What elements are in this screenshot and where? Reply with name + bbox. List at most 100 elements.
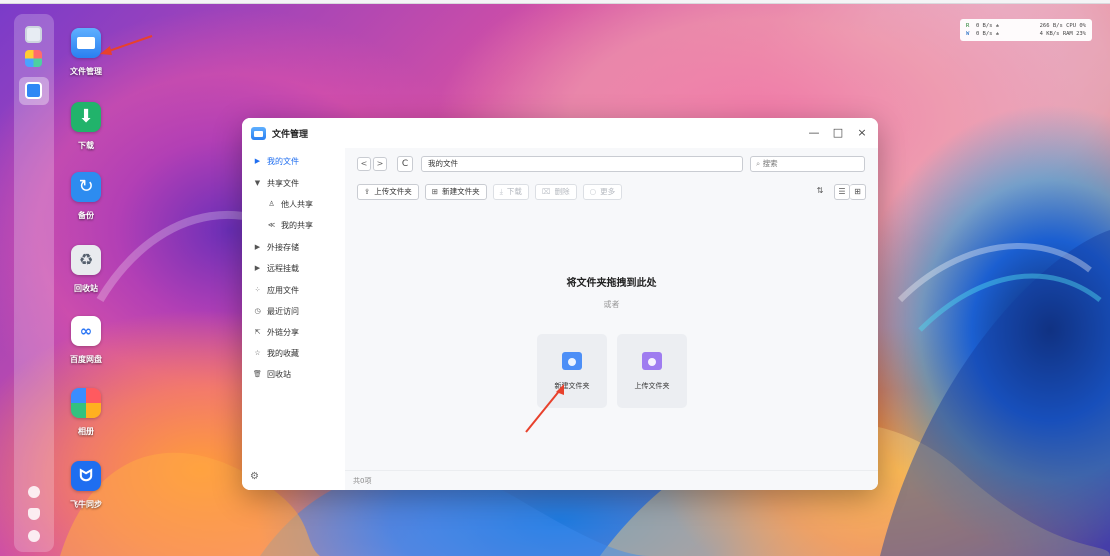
download-button[interactable]: ⤓ 下载 bbox=[492, 184, 529, 200]
desktop-icon-label: 回收站 bbox=[74, 284, 98, 293]
sidebar-item-label: 我的共享 bbox=[281, 220, 313, 230]
new-folder-label: 新建文件夹 bbox=[442, 187, 480, 196]
action-toolbar: ⇪ 上传文件夹 ⊞ 新建文件夹 ⤓ 下载 ⌧ 删除 ○ 更多 bbox=[357, 184, 628, 200]
search-box[interactable]: ⌕ bbox=[750, 156, 865, 172]
sidebar-item-label: 最近访问 bbox=[267, 306, 299, 316]
sidebar-item-shared-files[interactable]: ▼ 共享文件 bbox=[252, 175, 340, 191]
drop-zone-or: 或者 bbox=[603, 300, 620, 309]
file-manager-icon bbox=[251, 126, 266, 140]
sidebar-item-label: 外链分享 bbox=[267, 327, 299, 337]
desktop-icon-recycle-bin[interactable]: ♻ 回收站 bbox=[56, 245, 116, 294]
desktop-icon-album[interactable]: 相册 bbox=[56, 388, 116, 437]
ram-value: 23% bbox=[1076, 31, 1086, 37]
window-titlebar[interactable]: 文件管理 — □ × bbox=[242, 118, 878, 148]
desktop-icon-label: 文件管理 bbox=[70, 67, 102, 76]
monitor-icon[interactable] bbox=[25, 26, 42, 43]
list-view-icon[interactable]: ☰ bbox=[834, 184, 850, 200]
upload-folder-button[interactable]: ⇪ 上传文件夹 bbox=[357, 184, 419, 200]
sidebar-item-recent[interactable]: ◷ 最近访问 bbox=[252, 303, 340, 319]
search-icon: ⌕ bbox=[756, 159, 761, 168]
sidebar-item-label: 回收站 bbox=[267, 369, 291, 379]
sort-icon[interactable]: ⇅ bbox=[812, 184, 828, 200]
rx-label: R bbox=[966, 23, 970, 29]
forward-button[interactable]: > bbox=[373, 157, 387, 171]
user-icon[interactable] bbox=[28, 530, 40, 542]
desktop-icon-download[interactable]: ⬇ 下载 bbox=[56, 102, 116, 151]
sidebar-item-recycle-bin[interactable]: 🗑 回收站 bbox=[252, 366, 340, 382]
path-bar[interactable]: 我的文件 bbox=[421, 156, 743, 172]
sidebar-item-my-files[interactable]: ▶ 我的文件 bbox=[252, 153, 340, 169]
desktop-icon-baidu-netdisk[interactable]: ∞ 百度网盘 bbox=[56, 316, 116, 365]
album-icon bbox=[71, 388, 101, 418]
apps-grid-icon: ⁘ bbox=[254, 286, 261, 294]
clock-icon: ◷ bbox=[254, 307, 261, 315]
baidu-netdisk-icon: ∞ bbox=[71, 316, 101, 346]
desktop-icon-backup[interactable]: ↻ 备份 bbox=[56, 172, 116, 221]
upload-icon: ⇪ bbox=[364, 187, 371, 196]
sidebar-item-app-files[interactable]: ⁘ 应用文件 bbox=[252, 282, 340, 298]
upload-folder-label: 上传文件夹 bbox=[374, 187, 412, 196]
desktop-icon-label: 百度网盘 bbox=[70, 355, 102, 364]
window-title: 文件管理 bbox=[272, 129, 309, 140]
back-button[interactable]: < bbox=[357, 157, 371, 171]
folder-upload-icon bbox=[642, 352, 662, 370]
app-center-icon[interactable] bbox=[25, 50, 42, 67]
sidebar-item-external-storage[interactable]: ▶ 外接存储 bbox=[252, 239, 340, 255]
new-folder-button[interactable]: ⊞ 新建文件夹 bbox=[424, 184, 487, 200]
maximize-button[interactable]: □ bbox=[830, 125, 846, 141]
sidebar-item-remote-mount[interactable]: ▶ 远程挂载 bbox=[252, 260, 340, 276]
sync-icon: ᗢ bbox=[71, 461, 101, 491]
left-dock bbox=[14, 14, 54, 552]
desktop-icon-label: 下载 bbox=[78, 141, 94, 150]
sidebar-item-label: 他人共享 bbox=[281, 199, 313, 209]
network-icon[interactable] bbox=[28, 486, 40, 498]
more-button[interactable]: ○ 更多 bbox=[582, 184, 623, 200]
close-button[interactable]: × bbox=[854, 125, 870, 141]
folder-plus-icon bbox=[562, 352, 582, 370]
tx-label: W bbox=[966, 31, 970, 37]
star-icon: ☆ bbox=[254, 349, 261, 357]
minimize-button[interactable]: — bbox=[806, 125, 822, 141]
annotation-arrow-desktop bbox=[100, 35, 153, 55]
caret-right-icon: ▶ bbox=[254, 264, 261, 272]
settings-gear-icon[interactable]: ⚙ bbox=[250, 471, 259, 482]
trash-icon: ⌧ bbox=[541, 187, 551, 196]
sidebar-item-label: 共享文件 bbox=[267, 178, 299, 188]
users-icon: ♙ bbox=[268, 200, 275, 208]
files-dock-icon[interactable] bbox=[25, 82, 42, 99]
upload-folder-card[interactable]: 上传文件夹 bbox=[617, 334, 687, 408]
annotation-arrow-new-folder bbox=[525, 384, 564, 433]
file-manager-sidebar: ▶ 我的文件 ▼ 共享文件 ♙ 他人共享 ≪ 我的共享 ▶ 外接存储 ▶ 远程挂… bbox=[242, 148, 345, 490]
backup-icon: ↻ bbox=[71, 172, 101, 202]
delete-label: 删除 bbox=[554, 187, 570, 196]
ram-label: RAM bbox=[1062, 31, 1073, 37]
download-icon: ⤓ bbox=[499, 187, 503, 196]
tx-rate: 0 B/s bbox=[975, 31, 993, 37]
sidebar-item-favorites[interactable]: ☆ 我的收藏 bbox=[252, 345, 340, 361]
cpu-label: CPU bbox=[1066, 23, 1077, 29]
caret-down-icon: ▼ bbox=[254, 179, 261, 187]
external-link-icon: ⇱ bbox=[254, 328, 261, 336]
rx-up: 266 B/s bbox=[1039, 23, 1063, 29]
sidebar-item-my-shares[interactable]: ≪ 我的共享 bbox=[266, 217, 338, 233]
sidebar-item-shared-with-me[interactable]: ♙ 他人共享 bbox=[266, 196, 338, 212]
desktop-icon-sync[interactable]: ᗢ 飞牛同步 bbox=[56, 461, 116, 510]
file-list-area: < > C 我的文件 ⌕ ⇪上传文件夹 ⊞新建文件夹 ⤓下载 ⌧删除 ○更多 ⇅… bbox=[345, 148, 878, 490]
delete-button[interactable]: ⌧ 删除 bbox=[534, 184, 577, 200]
sidebar-item-label: 应用文件 bbox=[267, 285, 299, 295]
share-icon: ≪ bbox=[267, 221, 276, 229]
status-bar: 共0项 bbox=[345, 470, 878, 490]
search-input[interactable] bbox=[762, 159, 853, 168]
grid-view-icon[interactable]: ⊞ bbox=[850, 184, 866, 200]
desktop-icon-label: 飞牛同步 bbox=[70, 500, 102, 509]
bell-icon[interactable] bbox=[28, 508, 40, 520]
tx-up: 4 KB/s bbox=[1039, 31, 1060, 37]
more-icon: ○ bbox=[589, 187, 597, 196]
download-icon: ⬇ bbox=[71, 102, 101, 132]
refresh-button[interactable]: C bbox=[397, 156, 413, 172]
top-edge bbox=[0, 0, 1110, 4]
navigation-toolbar: < > C bbox=[357, 156, 413, 172]
upload-folder-card-label: 上传文件夹 bbox=[634, 382, 670, 390]
sidebar-item-link-share[interactable]: ⇱ 外链分享 bbox=[252, 324, 340, 340]
caret-right-icon: ▶ bbox=[254, 243, 261, 251]
